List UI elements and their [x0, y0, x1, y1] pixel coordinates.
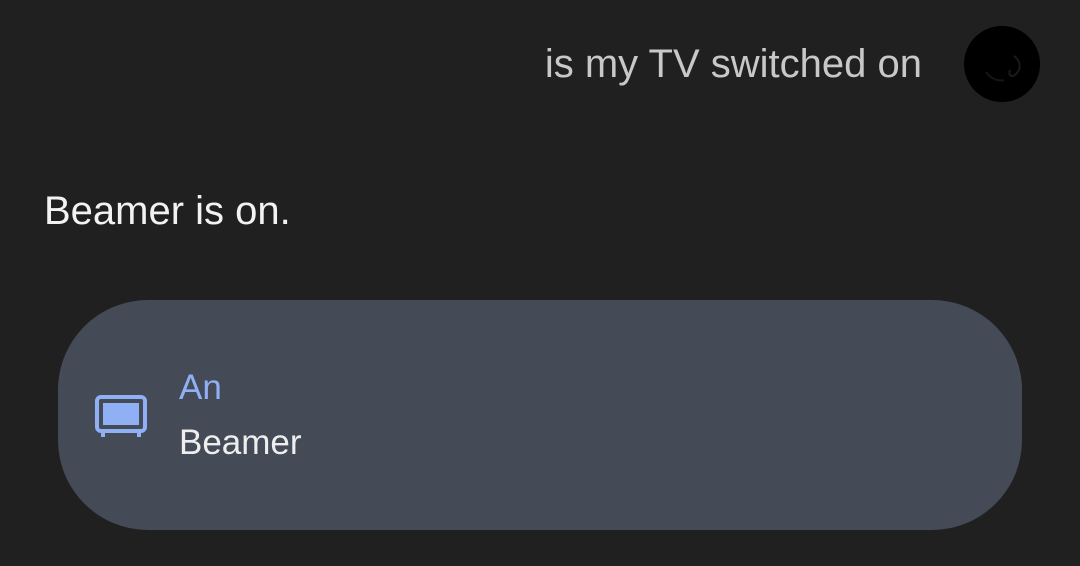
tv-icon [94, 393, 148, 439]
assistant-response: Beamer is on. [44, 189, 291, 233]
user-query-row: is my TV switched on [545, 24, 1040, 104]
avatar-image [964, 26, 1040, 102]
user-query-text: is my TV switched on [544, 42, 922, 86]
device-status: An [179, 368, 222, 407]
device-name: Beamer [179, 423, 302, 462]
user-avatar[interactable] [964, 26, 1040, 102]
device-card-beamer[interactable]: An Beamer [58, 300, 1022, 530]
